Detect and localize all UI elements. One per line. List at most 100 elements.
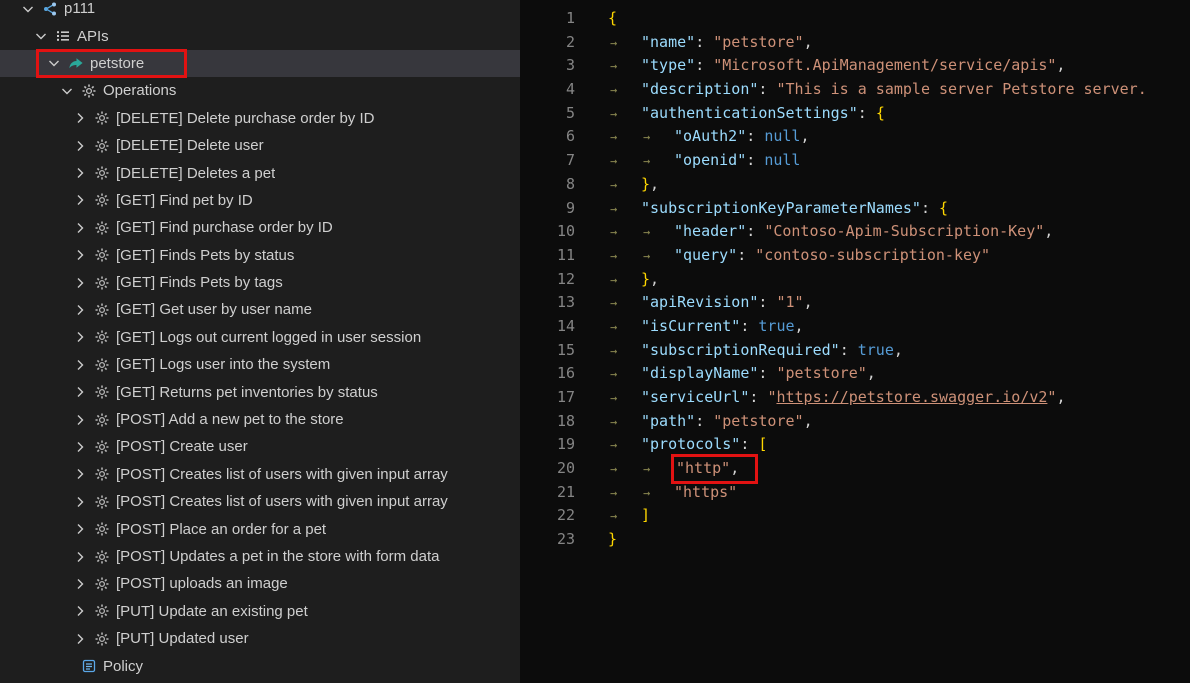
chevron-right-icon[interactable] xyxy=(72,439,94,455)
chevron-right-icon[interactable] xyxy=(72,247,94,263)
tree-item-label: [POST] Add a new pet to the store xyxy=(116,411,344,428)
tree-item-delete-delete-user[interactable]: [DELETE] Delete user xyxy=(0,132,520,159)
code-content[interactable]: →"description": "This is a sample server… xyxy=(575,78,1147,102)
code-content[interactable]: →→"openid": null xyxy=(575,149,800,173)
code-content[interactable]: →"apiRevision": "1", xyxy=(575,291,813,315)
tree-item-post-updates-a-pet-in-the-store-with-form-data[interactable]: [POST] Updates a pet in the store with f… xyxy=(0,543,520,570)
code-content[interactable]: →→"query": "contoso-subscription-key" xyxy=(575,244,990,268)
tree-item-p111[interactable]: p111 xyxy=(0,0,520,22)
chevron-right-icon[interactable] xyxy=(72,220,94,236)
code-area: 1{2→"name": "petstore",3→"type": "Micros… xyxy=(520,7,1190,552)
tab-whitespace-icon: → xyxy=(608,103,641,127)
chevron-right-icon[interactable] xyxy=(72,302,94,318)
line-number: 16 xyxy=(520,362,575,386)
token-key: "openid" xyxy=(674,151,746,169)
chevron-right-icon[interactable] xyxy=(72,384,94,400)
operation-gear-icon xyxy=(94,576,110,592)
code-content[interactable]: →→"http", xyxy=(575,457,737,481)
tree-item-get-logs-out-current-logged-in-user-session[interactable]: [GET] Logs out current logged in user se… xyxy=(0,324,520,351)
tree-item-label: [POST] uploads an image xyxy=(116,575,288,592)
chevron-right-icon[interactable] xyxy=(72,138,94,154)
token-brace: { xyxy=(876,104,885,122)
line-number: 13 xyxy=(520,291,575,315)
chevron-right-icon[interactable] xyxy=(72,549,94,565)
code-content[interactable]: →"authenticationSettings": { xyxy=(575,102,885,126)
code-content[interactable]: →"protocols": [ xyxy=(575,433,767,457)
tree-item-post-add-a-new-pet-to-the-store[interactable]: [POST] Add a new pet to the store xyxy=(0,406,520,433)
chevron-right-icon[interactable] xyxy=(72,329,94,345)
chevron-down-icon[interactable] xyxy=(59,83,81,99)
tree-item-get-find-pet-by-id[interactable]: [GET] Find pet by ID xyxy=(0,187,520,214)
code-content[interactable]: →→"https" xyxy=(575,481,737,505)
tree-item-post-creates-list-of-users-with-given-input-array[interactable]: [POST] Creates list of users with given … xyxy=(0,488,520,515)
tree-item-get-finds-pets-by-tags[interactable]: [GET] Finds Pets by tags xyxy=(0,269,520,296)
chevron-right-icon[interactable] xyxy=(72,165,94,181)
tree-item-put-updated-user[interactable]: [PUT] Updated user xyxy=(0,625,520,652)
tree-item-policy[interactable]: Policy xyxy=(0,652,520,679)
code-content[interactable]: →}, xyxy=(575,173,659,197)
tree-item-operations[interactable]: Operations xyxy=(0,77,520,104)
code-content[interactable]: →"subscriptionRequired": true, xyxy=(575,339,903,363)
tree-item-post-creates-list-of-users-with-given-input-array[interactable]: [POST] Creates list of users with given … xyxy=(0,461,520,488)
tree-item-apis[interactable]: APIs xyxy=(0,22,520,49)
line-number: 2 xyxy=(520,31,575,55)
code-content[interactable]: } xyxy=(575,528,617,552)
json-editor[interactable]: 1{2→"name": "petstore",3→"type": "Micros… xyxy=(520,0,1190,683)
tree-item-petstore[interactable]: petstore xyxy=(0,50,520,77)
tree-item-get-finds-pets-by-status[interactable]: [GET] Finds Pets by status xyxy=(0,242,520,269)
token-punct: , xyxy=(650,175,659,193)
code-content[interactable]: →"path": "petstore", xyxy=(575,410,813,434)
chevron-right-icon[interactable] xyxy=(72,521,94,537)
tree-item-put-update-an-existing-pet[interactable]: [PUT] Update an existing pet xyxy=(0,598,520,625)
line-number: 5 xyxy=(520,102,575,126)
tree-item-label: [GET] Returns pet inventories by status xyxy=(116,384,378,401)
tree-item-get-returns-pet-inventories-by-status[interactable]: [GET] Returns pet inventories by status xyxy=(0,378,520,405)
token-kw: null xyxy=(764,127,800,145)
tree-item-post-place-an-order-for-a-pet[interactable]: [POST] Place an order for a pet xyxy=(0,515,520,542)
tab-whitespace-icon: → xyxy=(608,505,641,529)
code-content[interactable]: →"type": "Microsoft.ApiManagement/servic… xyxy=(575,54,1065,78)
code-content[interactable]: →"isCurrent": true, xyxy=(575,315,804,339)
code-content[interactable]: →"subscriptionKeyParameterNames": { xyxy=(575,197,948,221)
code-content[interactable]: →→"header": "Contoso-Apim-Subscription-K… xyxy=(575,220,1053,244)
code-content[interactable]: →"displayName": "petstore", xyxy=(575,362,876,386)
code-content[interactable]: →"name": "petstore", xyxy=(575,31,813,55)
code-content[interactable]: →}, xyxy=(575,268,659,292)
tree-item-get-logs-user-into-the-system[interactable]: [GET] Logs user into the system xyxy=(0,351,520,378)
chevron-right-icon[interactable] xyxy=(72,357,94,373)
token-punct: : xyxy=(740,435,758,453)
chevron-right-icon[interactable] xyxy=(72,494,94,510)
token-key: "description" xyxy=(641,80,758,98)
tree-item-get-find-purchase-order-by-id[interactable]: [GET] Find purchase order by ID xyxy=(0,214,520,241)
code-line-10: 10→→"header": "Contoso-Apim-Subscription… xyxy=(520,220,1190,244)
token-str: "Contoso-Apim-Subscription-Key" xyxy=(764,222,1044,240)
service-url-link[interactable]: https://petstore.swagger.io/v2 xyxy=(776,388,1047,406)
chevron-down-icon[interactable] xyxy=(46,55,68,71)
tree-item-delete-delete-purchase-order-by-id[interactable]: [DELETE] Delete purchase order by ID xyxy=(0,105,520,132)
token-punct: , xyxy=(894,341,903,359)
chevron-right-icon[interactable] xyxy=(72,412,94,428)
tree-item-post-create-user[interactable]: [POST] Create user xyxy=(0,433,520,460)
line-number: 8 xyxy=(520,173,575,197)
token-kw: null xyxy=(764,151,800,169)
chevron-right-icon[interactable] xyxy=(72,631,94,647)
chevron-right-icon[interactable] xyxy=(72,275,94,291)
code-content[interactable]: →"serviceUrl": "https://petstore.swagger… xyxy=(575,386,1065,410)
chevron-right-icon[interactable] xyxy=(72,576,94,592)
tree-item-label: p111 xyxy=(64,0,95,17)
chevron-right-icon[interactable] xyxy=(72,603,94,619)
chevron-right-icon[interactable] xyxy=(72,192,94,208)
tree-item-delete-deletes-a-pet[interactable]: [DELETE] Deletes a pet xyxy=(0,159,520,186)
policy-icon xyxy=(81,658,97,674)
token-punct: : xyxy=(695,56,713,74)
chevron-right-icon[interactable] xyxy=(72,110,94,126)
tree-item-post-uploads-an-image[interactable]: [POST] uploads an image xyxy=(0,570,520,597)
chevron-down-icon[interactable] xyxy=(33,28,55,44)
tree-item-get-get-user-by-user-name[interactable]: [GET] Get user by user name xyxy=(0,296,520,323)
token-punct: , xyxy=(867,364,876,382)
chevron-down-icon[interactable] xyxy=(20,1,42,17)
chevron-right-icon[interactable] xyxy=(72,466,94,482)
code-content[interactable]: { xyxy=(575,7,617,31)
code-content[interactable]: →] xyxy=(575,504,650,528)
code-content[interactable]: →→"oAuth2": null, xyxy=(575,125,809,149)
